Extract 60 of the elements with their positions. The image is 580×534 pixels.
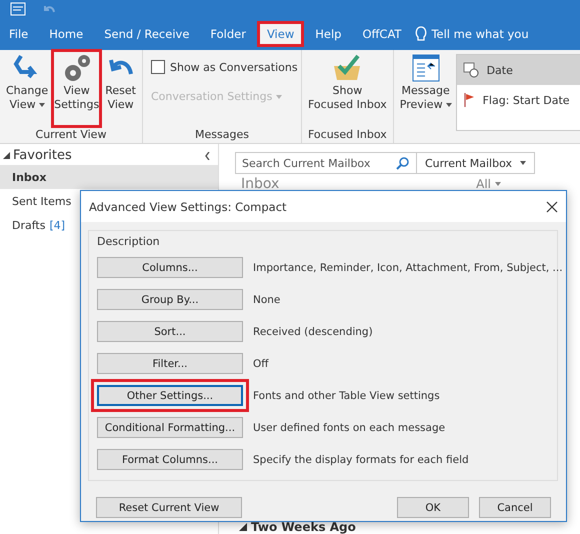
group-label: Description xyxy=(97,235,161,248)
ribbon-button[interactable]: Change View xyxy=(4,50,50,127)
setting-description: None xyxy=(253,294,280,306)
setting-description: Importance, Reminder, Icon, Attachment, From, Subject, ... xyxy=(253,262,563,274)
search-icon xyxy=(396,156,410,170)
search-field[interactable]: Search Current Mailbox Current Mailbox xyxy=(235,152,535,174)
setting-description: Specify the display formats for each field xyxy=(253,454,469,466)
filter-dropdown[interactable]: All xyxy=(476,176,501,192)
ribbon-tab[interactable]: OffCAT xyxy=(355,24,408,44)
ok-button[interactable]: OK xyxy=(397,497,469,518)
settings-button[interactable]: Conditional Formatting... xyxy=(97,417,243,438)
folder-item[interactable]: Inbox xyxy=(0,165,218,189)
envelope-icon[interactable] xyxy=(10,2,26,16)
dialog-title: Advanced View Settings: Compact xyxy=(89,200,287,214)
button-label: Change View xyxy=(6,84,48,112)
caret-icon xyxy=(520,161,526,165)
close-icon[interactable] xyxy=(546,200,558,212)
caret-icon xyxy=(276,94,282,98)
expanded-triangle-icon xyxy=(3,152,10,159)
ribbon-tab[interactable]: Send / Receive xyxy=(97,24,196,44)
ribbon-tab[interactable]: Home xyxy=(42,24,90,44)
cancel-button[interactable]: Cancel xyxy=(479,497,551,518)
group-label: Messages xyxy=(194,127,250,143)
settings-button[interactable]: Columns... xyxy=(97,257,243,278)
arrangement-option[interactable]: Date xyxy=(456,55,580,85)
ribbon-button[interactable]: Reset View xyxy=(103,50,138,127)
setting-description: User defined fonts on each message xyxy=(253,422,446,434)
settings-button[interactable]: Format Columns... xyxy=(97,449,243,470)
lightbulb-icon xyxy=(415,26,428,42)
favorites-header[interactable]: Favorites xyxy=(3,148,72,163)
collapse-chevron-icon[interactable] xyxy=(205,152,210,160)
ribbon-button[interactable]: Show Focused Inbox xyxy=(306,50,389,127)
ribbon-tab[interactable]: View xyxy=(260,24,302,44)
settings-button[interactable]: Sort... xyxy=(97,321,243,342)
scope-dropdown[interactable]: Current Mailbox xyxy=(416,153,534,173)
button-label: View Settings xyxy=(54,84,100,112)
expanded-triangle-icon xyxy=(239,523,247,531)
folder-title: Inbox xyxy=(241,176,280,192)
date-group-header[interactable]: Two Weeks Ago xyxy=(239,520,356,534)
setting-description: Fonts and other Table View settings xyxy=(253,390,440,402)
button-label: Reset View xyxy=(105,84,136,112)
button-label: Message Preview xyxy=(400,84,452,112)
setting-description: Off xyxy=(253,358,268,370)
group-label: Focused Inbox xyxy=(306,127,388,143)
ribbon-tab[interactable]: File xyxy=(2,24,36,44)
group-label: Current View xyxy=(34,127,108,143)
tell-me-field[interactable]: Tell me what you xyxy=(415,26,529,42)
reset-view-button[interactable]: Reset Current View xyxy=(96,497,242,518)
ribbon-tab[interactable]: Folder xyxy=(203,24,253,44)
flag-icon xyxy=(462,92,475,108)
conversations-checkbox[interactable]: Show as Conversations xyxy=(150,60,297,74)
settings-button[interactable]: Group By... xyxy=(97,289,243,310)
setting-description: Received (descending) xyxy=(253,326,373,338)
caret-icon xyxy=(446,103,452,107)
ribbon-button[interactable]: View Settings xyxy=(52,50,102,127)
button-label: Show Focused Inbox xyxy=(308,84,387,112)
ribbon-tab[interactable]: Help xyxy=(308,24,348,44)
settings-button[interactable]: Filter... xyxy=(97,353,243,374)
ribbon-button[interactable]: Message Preview xyxy=(398,50,454,143)
caret-icon xyxy=(495,182,501,186)
